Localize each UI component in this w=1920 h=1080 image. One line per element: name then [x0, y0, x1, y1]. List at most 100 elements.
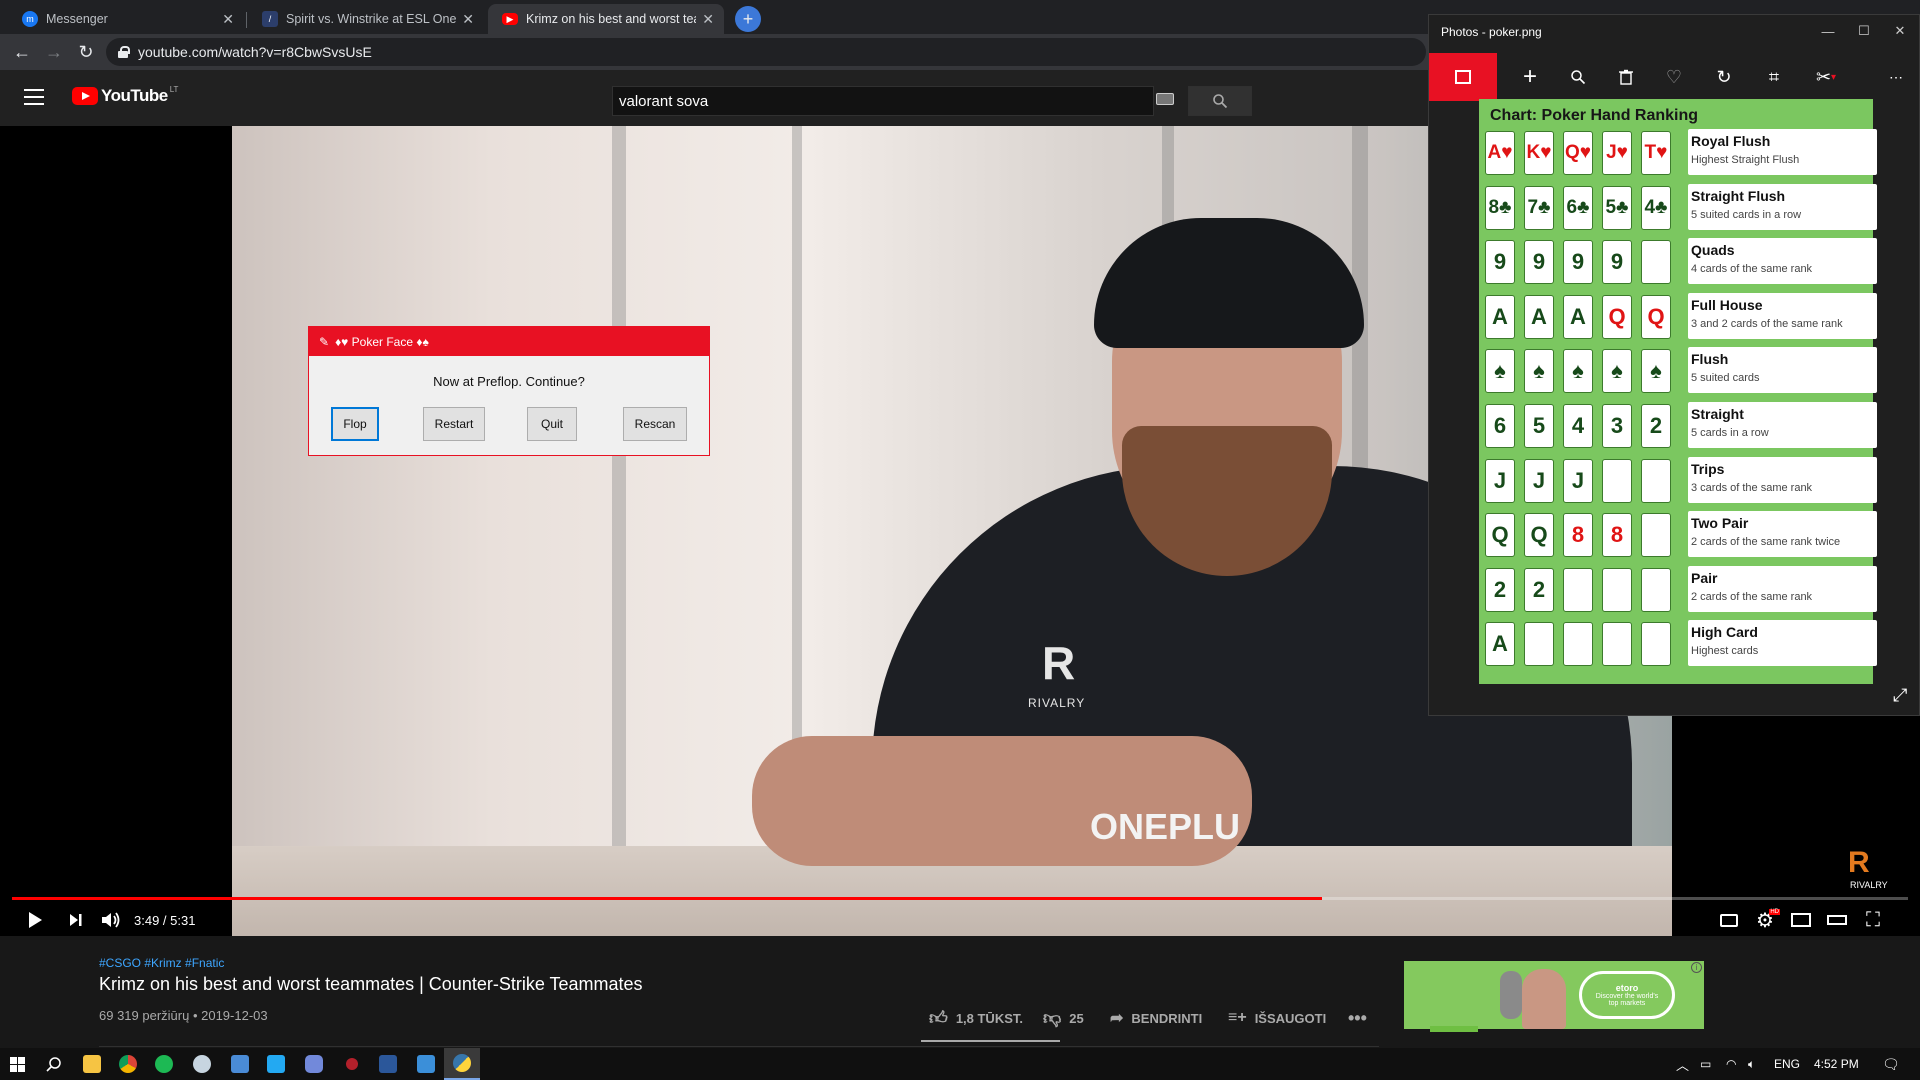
- expand-icon[interactable]: ⤢: [1893, 685, 1907, 706]
- start-button[interactable]: [0, 1048, 34, 1080]
- play-button[interactable]: [22, 904, 48, 936]
- video-title: Krimz on his best and worst teammates | …: [99, 974, 643, 994]
- playing-card: Q♥: [1563, 131, 1593, 175]
- save-button[interactable]: ≡+ IŠSAUGOTI: [1228, 1004, 1326, 1032]
- hamburger-menu-icon[interactable]: [24, 89, 44, 105]
- wifi-icon[interactable]: ◠: [1726, 1048, 1736, 1080]
- zoom-button[interactable]: [1555, 53, 1601, 101]
- more-actions-button[interactable]: •••: [1348, 1004, 1367, 1032]
- next-button[interactable]: [64, 904, 88, 936]
- close-icon[interactable]: ✕: [702, 11, 714, 28]
- rescan-button[interactable]: Rescan: [623, 407, 687, 441]
- maximize-button[interactable]: ☐: [1849, 21, 1879, 41]
- address-bar[interactable]: youtube.com/watch?v=r8CbwSvsUsE: [106, 38, 1426, 66]
- channel-watermark-logo[interactable]: R: [1848, 846, 1870, 880]
- edit-button[interactable]: ✂ ▾: [1803, 53, 1849, 101]
- tab-messenger[interactable]: m Messenger ✕: [8, 4, 244, 34]
- app-button[interactable]: [222, 1048, 258, 1080]
- photos-button[interactable]: [408, 1048, 444, 1080]
- url-text: youtube.com/watch?v=r8CbwSvsUsE: [138, 44, 372, 60]
- tab-youtube[interactable]: ▶ Krimz on his best and worst team ✕: [488, 4, 724, 34]
- share-button[interactable]: ➦ BENDRINTI: [1110, 1004, 1202, 1032]
- playing-card: [1602, 622, 1632, 667]
- playing-card: ♠: [1563, 349, 1593, 394]
- more-options-button[interactable]: ⋯: [1873, 53, 1919, 101]
- hand-description: Pair 2 cards of the same rank: [1688, 565, 1877, 612]
- delete-button[interactable]: [1603, 53, 1649, 101]
- discord-button[interactable]: [296, 1048, 332, 1080]
- tab-title: Messenger: [46, 12, 108, 26]
- playing-card: 8: [1602, 513, 1632, 558]
- fullscreen-button[interactable]: ⛶: [1860, 904, 1886, 936]
- divider: [99, 1046, 1379, 1047]
- hand-name: Royal Flush: [1691, 133, 1771, 149]
- forward-button[interactable]: →: [42, 40, 66, 64]
- settings-button[interactable]: ⚙ HD: [1752, 904, 1780, 936]
- volume-button[interactable]: [98, 904, 124, 936]
- playing-card: 7♣: [1524, 185, 1554, 230]
- youtube-logo[interactable]: YouTube LT: [72, 85, 178, 106]
- like-button[interactable]: 👍︎ 1,8 TŪKST.: [929, 1004, 1023, 1032]
- hand-row: J J J Trips 3 cards of the same rank: [1485, 455, 1877, 505]
- show-hidden-icons-button[interactable]: ︿: [1676, 1048, 1689, 1080]
- language-indicator[interactable]: ENG: [1774, 1048, 1800, 1080]
- battery-icon[interactable]: ▭: [1700, 1048, 1711, 1080]
- vscode-button[interactable]: [258, 1048, 294, 1080]
- hand-description: Royal Flush Highest Straight Flush: [1688, 129, 1877, 175]
- spotify-button[interactable]: [146, 1048, 182, 1080]
- miniplayer-icon: [1791, 913, 1811, 927]
- save-label: IŠSAUGOTI: [1254, 1010, 1327, 1026]
- crop-button[interactable]: ⌗: [1751, 53, 1797, 101]
- quit-button[interactable]: Quit: [527, 407, 577, 441]
- miniplayer-button[interactable]: [1788, 904, 1814, 936]
- powershell-button[interactable]: [370, 1048, 406, 1080]
- playing-card: Q: [1524, 513, 1554, 558]
- favorite-button[interactable]: ♡: [1651, 53, 1697, 101]
- speaker-icon[interactable]: 🔈︎: [1748, 1048, 1755, 1080]
- playing-card: 4: [1563, 404, 1593, 448]
- search-taskbar-button[interactable]: [36, 1048, 72, 1080]
- subtitles-button[interactable]: [1716, 904, 1742, 936]
- search-button[interactable]: [1188, 86, 1252, 116]
- channel-watermark-text: RIVALRY: [1850, 880, 1888, 890]
- tab-title: Spirit vs. Winstrike at ESL One: R: [286, 12, 457, 26]
- add-button[interactable]: +: [1507, 53, 1553, 101]
- minimize-button[interactable]: —: [1813, 21, 1843, 41]
- keyboard-icon[interactable]: [1156, 93, 1174, 105]
- steam-button[interactable]: [184, 1048, 220, 1080]
- hand-rule: 5 suited cards in a row: [1691, 208, 1802, 221]
- reload-button[interactable]: ↻: [74, 40, 98, 64]
- ad-info-icon[interactable]: i: [1691, 962, 1702, 973]
- restart-button[interactable]: Restart: [423, 407, 485, 441]
- chrome-button[interactable]: [110, 1048, 146, 1080]
- windows-logo-icon: [9, 1056, 25, 1072]
- back-button[interactable]: ←: [10, 40, 34, 64]
- playing-card: ♠: [1524, 349, 1554, 394]
- rotate-button[interactable]: ↻: [1701, 53, 1747, 101]
- close-icon[interactable]: ✕: [222, 11, 234, 28]
- clock[interactable]: 4:52 PM: [1814, 1048, 1859, 1080]
- ad-banner[interactable]: etoro Discover the world's top markets i: [1404, 961, 1704, 1029]
- close-button[interactable]: ✕: [1885, 21, 1915, 41]
- python-button[interactable]: [444, 1048, 480, 1080]
- photos-icon: [417, 1055, 435, 1073]
- file-explorer-button[interactable]: [74, 1048, 110, 1080]
- see-all-photos-button[interactable]: [1429, 53, 1497, 101]
- app-button[interactable]: [334, 1048, 370, 1080]
- dialog-titlebar[interactable]: ✎ ♦♥ Poker Face ♦♠: [309, 327, 709, 356]
- theater-mode-button[interactable]: [1824, 904, 1850, 936]
- progress-bar[interactable]: [12, 897, 1908, 900]
- hand-rule: 4 cards of the same rank: [1691, 263, 1813, 276]
- flop-button[interactable]: Flop: [331, 407, 379, 441]
- tab-hltv[interactable]: / Spirit vs. Winstrike at ESL One: R ✕: [248, 4, 484, 34]
- playing-card: A: [1485, 622, 1515, 667]
- hashtags[interactable]: #CSGO #Krimz #Fnatic: [99, 956, 224, 970]
- playing-card: [1641, 458, 1671, 503]
- search-input[interactable]: valorant sova: [612, 86, 1154, 116]
- dislike-button[interactable]: 👎︎ 25: [1043, 1004, 1084, 1032]
- notifications-button[interactable]: 🗨︎: [1882, 1048, 1900, 1080]
- ad-tagline: Discover the world's top markets: [1595, 993, 1659, 1007]
- new-tab-button[interactable]: +: [734, 5, 762, 33]
- playing-card: J♥: [1602, 131, 1632, 175]
- close-icon[interactable]: ✕: [462, 11, 474, 28]
